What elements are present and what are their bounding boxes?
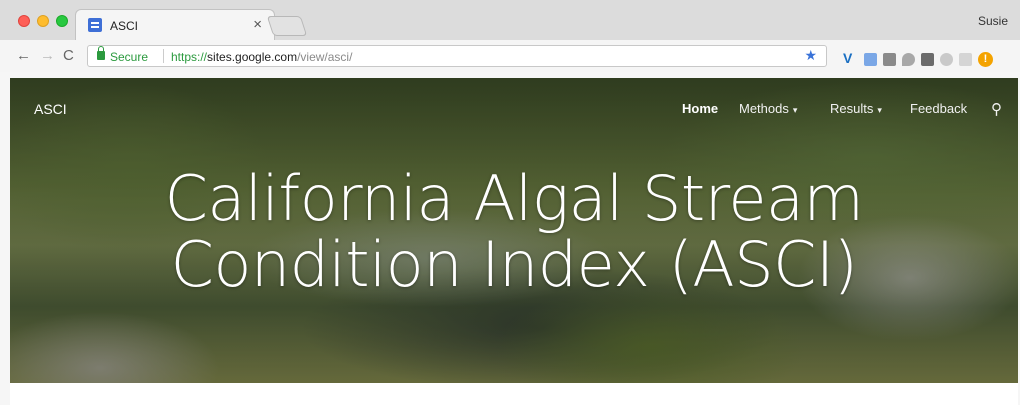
google-sites-icon: [88, 18, 102, 32]
nav-item-feedback[interactable]: Feedback: [910, 101, 967, 116]
browser-chrome: ASCI × Susie ← → C Secure https://sites.…: [0, 0, 1020, 72]
tab-asci[interactable]: ASCI ×: [75, 9, 275, 40]
nav-item-results[interactable]: Results ▾: [830, 101, 882, 116]
v-extension-icon[interactable]: V: [843, 50, 852, 66]
address-separator: [163, 49, 164, 63]
page-title: California Algal Stream Condition Index …: [10, 166, 1018, 298]
address-bar[interactable]: Secure https://sites.google.com/view/asc…: [87, 45, 827, 67]
back-arrow-icon[interactable]: ←: [16, 47, 31, 64]
nav-item-home[interactable]: Home: [682, 101, 718, 116]
tab-strip: ASCI × Susie: [0, 0, 1020, 40]
content-area: [10, 383, 1018, 405]
url-scheme: https://: [171, 50, 208, 64]
browser-toolbar: ← → C Secure https://sites.google.com/vi…: [0, 40, 1020, 72]
window-minimize-button[interactable]: [37, 15, 49, 27]
url-text[interactable]: https://sites.google.com/view/asci/: [171, 50, 352, 64]
chevron-down-icon: ▾: [792, 105, 798, 115]
forward-arrow-icon[interactable]: →: [40, 47, 55, 64]
bookmark-star-icon[interactable]: ★: [804, 47, 817, 64]
tab-title: ASCI: [110, 19, 139, 33]
window-close-button[interactable]: [18, 15, 30, 27]
mail-extension-icon[interactable]: [883, 53, 896, 66]
new-tab-button[interactable]: [266, 16, 308, 36]
secure-label: Secure: [110, 50, 149, 64]
nav-item-results-label: Results: [830, 101, 874, 116]
reload-icon[interactable]: C: [63, 47, 74, 64]
circle-extension-icon[interactable]: [940, 53, 953, 66]
lock-icon: [97, 46, 105, 60]
warning-extension-icon[interactable]: !: [978, 52, 993, 67]
url-host: sites.google.com: [207, 50, 298, 64]
document-extension-icon[interactable]: [864, 53, 877, 66]
hero-banner: ASCI Home Methods ▾ Results ▾ Feedback ⚲ C…: [10, 78, 1018, 383]
profile-button[interactable]: Susie: [978, 14, 1008, 28]
nav-item-methods[interactable]: Methods ▾: [739, 101, 797, 116]
square-extension-icon[interactable]: [921, 53, 934, 66]
grey-extension-icon[interactable]: [959, 53, 972, 66]
url-path: /view/asci/: [297, 50, 353, 64]
window-maximize-button[interactable]: [56, 15, 68, 27]
chevron-down-icon: ▾: [877, 105, 882, 115]
page-title-line-2: Condition Index (ASCI): [170, 228, 858, 301]
drop-extension-icon[interactable]: [902, 53, 915, 66]
page-title-line-1: California Algal Stream: [164, 162, 864, 235]
tab-close-icon[interactable]: ×: [253, 16, 262, 33]
search-icon[interactable]: ⚲: [991, 100, 1002, 118]
page-body: ASCI Home Methods ▾ Results ▾ Feedback ⚲ C…: [0, 72, 1020, 405]
site-name[interactable]: ASCI: [34, 101, 67, 117]
nav-item-methods-label: Methods: [739, 101, 789, 116]
